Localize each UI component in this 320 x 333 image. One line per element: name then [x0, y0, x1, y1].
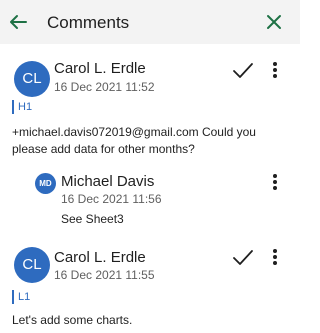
- back-arrow-icon[interactable]: [8, 12, 28, 32]
- header-bar: Comments: [0, 0, 300, 44]
- checkmark-icon[interactable]: [232, 62, 254, 80]
- cell-reference[interactable]: L1: [12, 290, 30, 304]
- comment-text: Let's add some charts.: [12, 313, 133, 327]
- more-options-icon[interactable]: [272, 62, 278, 80]
- cell-reference[interactable]: H1: [12, 100, 32, 114]
- page-title: Comments: [47, 13, 130, 32]
- avatar: CL: [14, 61, 50, 97]
- reply-text: See Sheet3: [61, 212, 124, 226]
- reply-author: Michael Davis: [61, 173, 155, 190]
- comment-timestamp: 16 Dec 2021 11:55: [54, 268, 155, 282]
- close-icon[interactable]: [264, 12, 284, 32]
- checkmark-icon[interactable]: [232, 249, 254, 267]
- comment-author: Carol L. Erdle: [54, 60, 146, 77]
- more-options-icon[interactable]: [272, 174, 278, 192]
- avatar: CL: [14, 247, 50, 283]
- comment-timestamp: 16 Dec 2021 11:52: [54, 80, 155, 94]
- comment-text: +michael.davis072019@gmail.com Could you…: [12, 125, 256, 156]
- comment-author: Carol L. Erdle: [54, 249, 146, 266]
- avatar: MD: [35, 173, 56, 194]
- reply-timestamp: 16 Dec 2021 11:56: [61, 192, 162, 206]
- more-options-icon[interactable]: [272, 249, 278, 267]
